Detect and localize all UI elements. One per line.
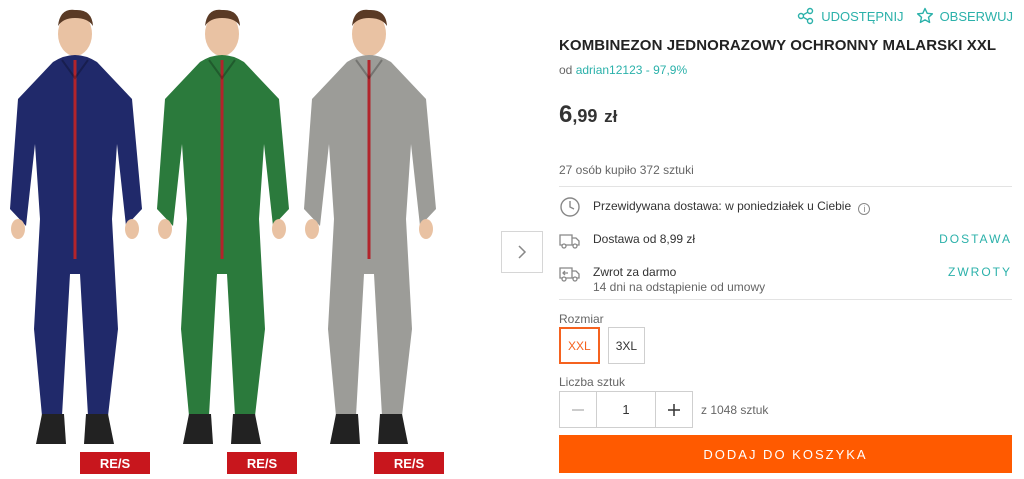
stock-info: z 1048 sztuk [701,402,769,417]
quantity-stepper: z 1048 sztuk [559,391,768,428]
quantity-label: Liczba sztuk [559,375,626,389]
size-options: XXL 3XL [559,327,646,364]
product-image-navy[interactable]: RE/S [0,4,150,474]
brand-logo: RE/S [100,456,131,471]
price: 6,99 zł [559,101,617,129]
brand-logo: RE/S [394,456,425,471]
gallery-next-button[interactable] [501,231,543,273]
product-details: UDOSTĘPNIJ OBSERWUJ KOMBINEZON JEDNORAZO… [559,0,1013,479]
coverall-illustration: RE/S [304,9,444,474]
chevron-right-icon [518,245,527,259]
return-truck-icon [559,267,580,282]
shipping-price: Dostawa od 8,99 zł [593,232,696,246]
delivery-estimate-row: Przewidywana dostawa: w poniedziałek u C… [559,196,1012,218]
add-to-cart-button[interactable]: DODAJ DO KOSZYKA [559,435,1012,473]
star-icon [916,7,933,24]
product-gallery: RE/S RE/S RE/S [0,0,450,479]
brand-logo: RE/S [247,456,278,471]
quantity-input[interactable] [596,392,656,427]
delivery-estimate: Przewidywana dostawa: w poniedziałek u C… [593,199,852,213]
returns-row: Zwrot za darmo 14 dni na odstąpienie od … [559,262,1012,295]
coverall-illustration: RE/S [157,9,297,474]
quantity-increase-button[interactable] [656,392,692,427]
top-actions: UDOSTĘPNIJ OBSERWUJ [797,7,1013,25]
info-icon[interactable]: i [858,203,871,215]
seller-prefix: od [559,63,573,77]
seller-link[interactable]: adrian12123 - 97,9% [576,63,687,77]
watch-label: OBSERWUJ [939,8,1013,24]
product-image-green[interactable]: RE/S [147,4,297,474]
price-decimal: ,99 [572,106,598,126]
purchase-count: 27 osób kupiło 372 sztuki [559,163,694,177]
truck-icon [559,234,580,249]
seller-info: od adrian12123 - 97,9% [559,63,687,77]
product-image-grey[interactable]: RE/S [294,4,444,474]
minus-icon [572,408,584,411]
quantity-decrease-button[interactable] [560,392,596,427]
share-label: UDOSTĘPNIJ [821,8,904,24]
price-currency: zł [604,107,618,126]
price-integer: 6 [559,101,573,128]
divider [559,186,1012,187]
divider [559,299,1012,300]
clock-icon [560,197,580,217]
shipping-row: Dostawa od 8,99 zł DOSTAWA [559,229,1012,251]
share-button[interactable]: UDOSTĘPNIJ [797,7,904,25]
size-option-xxl[interactable]: XXL [559,327,600,364]
watch-button[interactable]: OBSERWUJ [916,7,1013,25]
returns-title: Zwrot za darmo [593,265,677,279]
returns-subtitle: 14 dni na odstąpienie od umowy [593,280,766,294]
shipping-link[interactable]: DOSTAWA [939,229,1012,246]
coverall-illustration: RE/S [10,9,150,474]
plus-icon [668,403,680,416]
size-label: Rozmiar [559,312,604,326]
share-icon [798,7,814,25]
returns-link[interactable]: ZWROTY [948,262,1012,279]
product-title: KOMBINEZON JEDNORAZOWY OCHRONNY MALARSKI… [559,37,997,54]
size-option-3xl[interactable]: 3XL [607,327,646,364]
